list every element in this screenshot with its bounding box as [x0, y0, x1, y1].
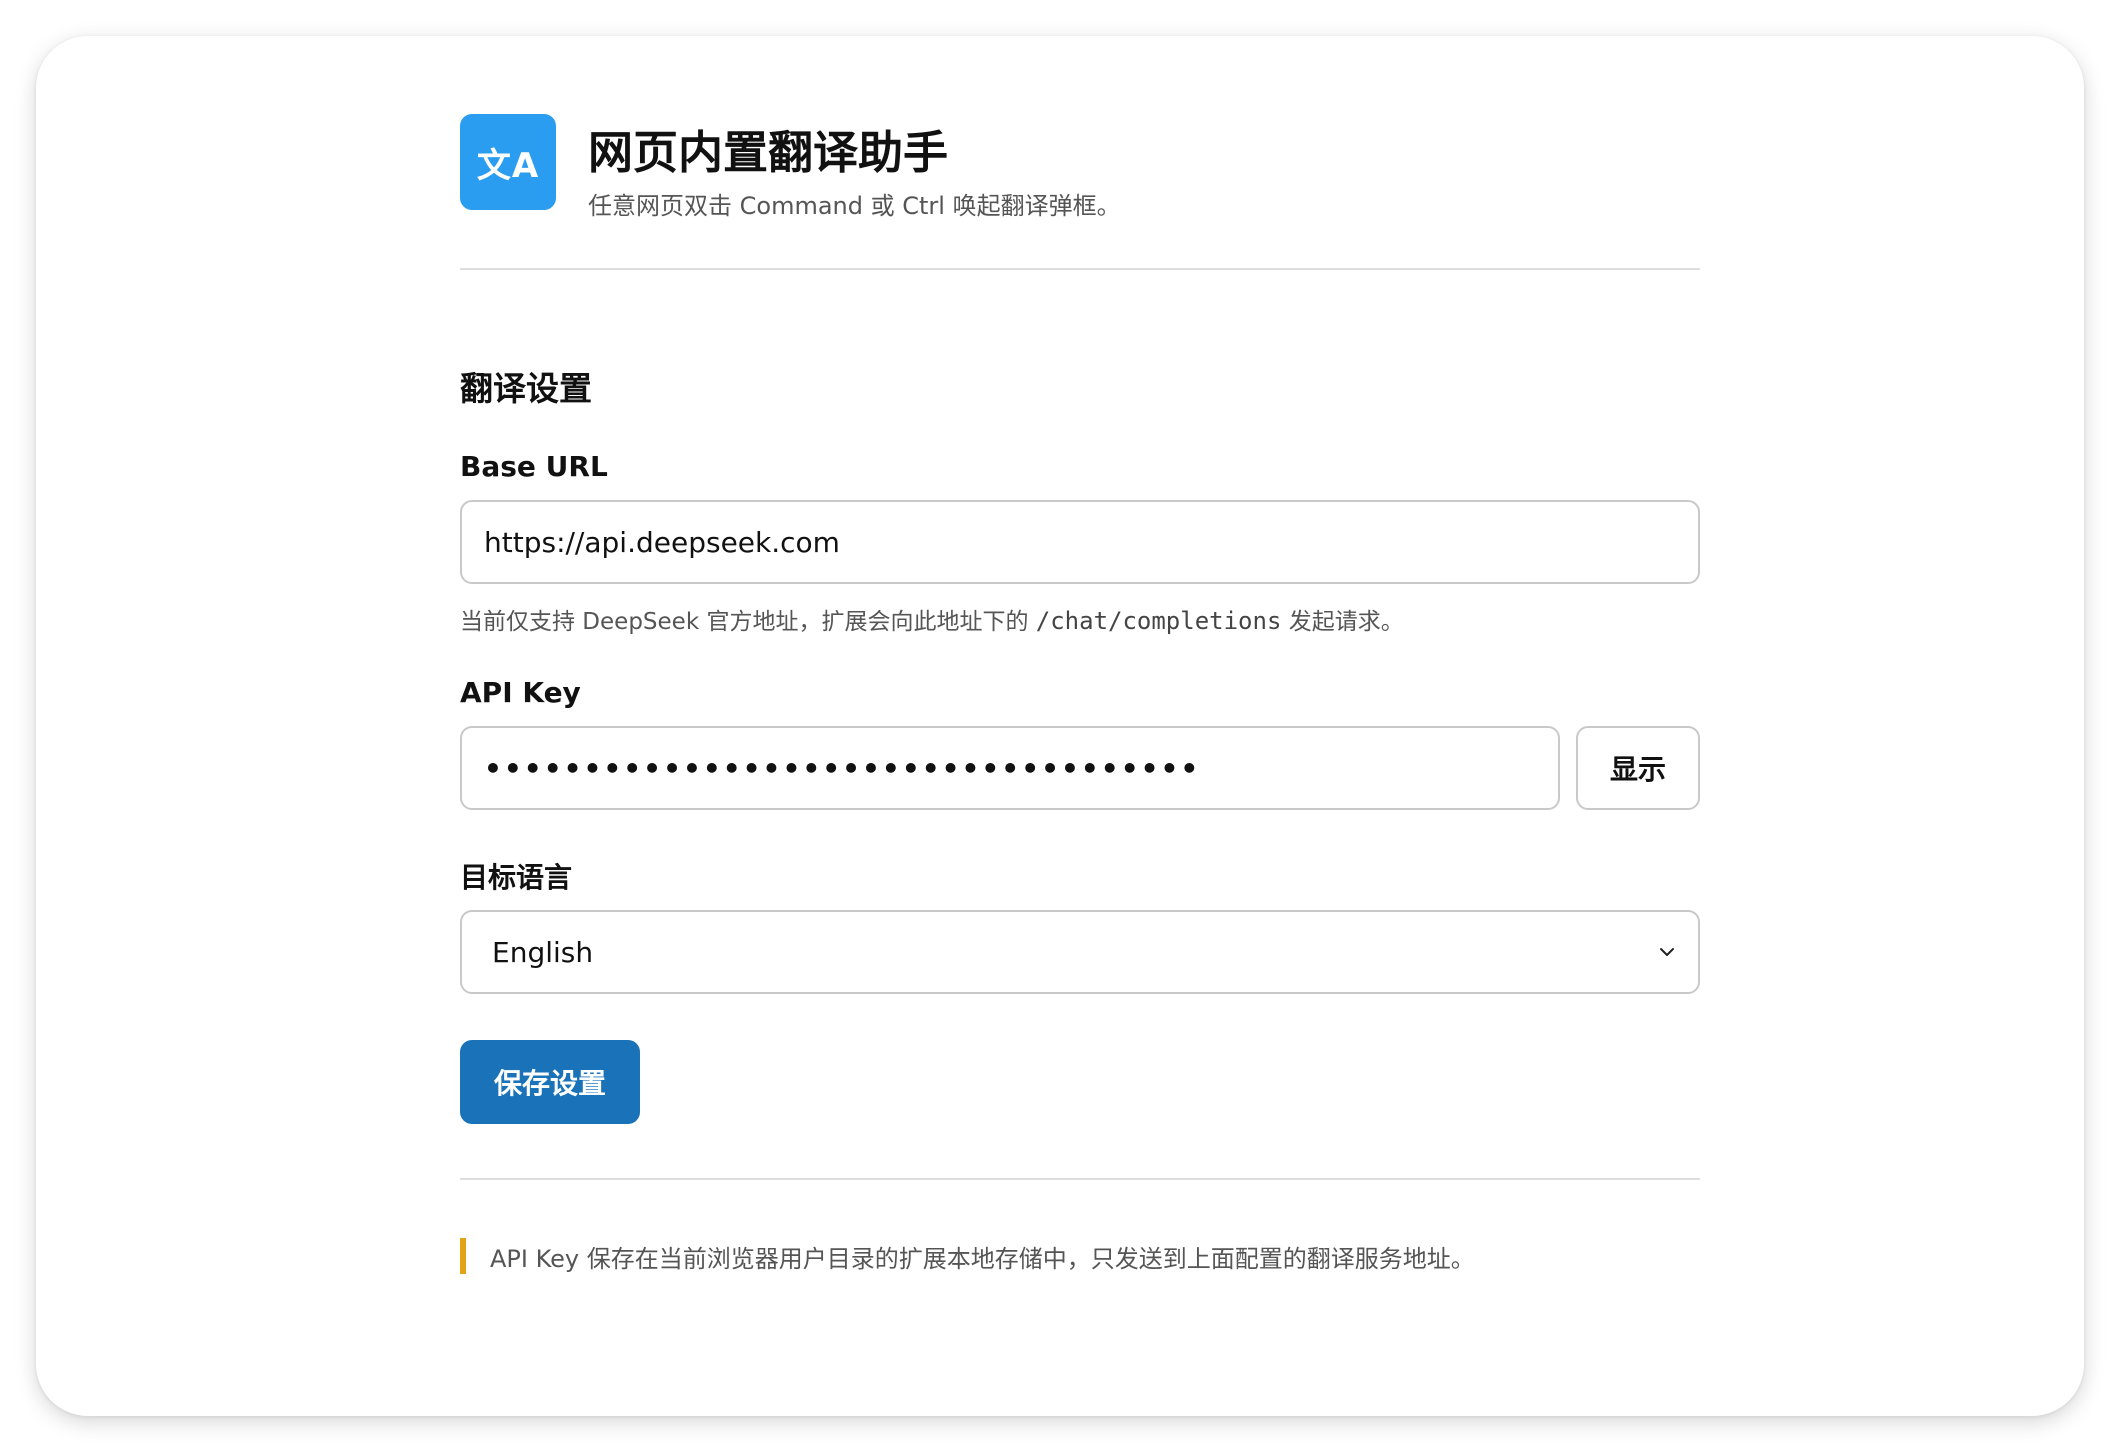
base-url-value: https://api.deepseek.com [484, 525, 840, 559]
header-divider [460, 268, 1700, 270]
api-key-input[interactable]: •••••••••••••••••••••••••••••••••••• [460, 726, 1560, 810]
storage-note: API Key 保存在当前浏览器用户目录的扩展本地存储中，只发送到上面配置的翻译… [460, 1238, 1475, 1274]
api-key-masked-value: •••••••••••••••••••••••••••••••••••• [484, 751, 1201, 785]
target-language-select[interactable]: English [460, 910, 1700, 994]
target-language-value: English [492, 935, 594, 969]
base-url-hint: 当前仅支持 DeepSeek 官方地址，扩展会向此地址下的 /chat/comp… [460, 602, 1404, 636]
api-key-label: API Key [460, 676, 581, 709]
page-header: 文A 网页内置翻译助手 任意网页双击 Command 或 Ctrl 唤起翻译弹框… [460, 114, 1700, 220]
save-settings-button[interactable]: 保存设置 [460, 1040, 640, 1124]
settings-card: 文A 网页内置翻译助手 任意网页双击 Command 或 Ctrl 唤起翻译弹框… [36, 36, 2084, 1416]
target-language-label: 目标语言 [460, 861, 573, 894]
base-url-label: Base URL [460, 450, 608, 483]
section-title: 翻译设置 [460, 369, 592, 408]
footer-divider [460, 1178, 1700, 1180]
page-subtitle: 任意网页双击 Command 或 Ctrl 唤起翻译弹框。 [588, 192, 1121, 220]
show-api-key-button[interactable]: 显示 [1576, 726, 1700, 810]
base-url-hint-prefix: 当前仅支持 DeepSeek 官方地址，扩展会向此地址下的 [460, 609, 1036, 635]
page-title: 网页内置翻译助手 [588, 126, 949, 179]
base-url-hint-code: /chat/completions [1035, 607, 1282, 635]
chevron-down-icon [1660, 948, 1674, 956]
translate-logo-icon: 文A [460, 114, 556, 210]
base-url-input[interactable]: https://api.deepseek.com [460, 500, 1700, 584]
base-url-hint-suffix: 发起请求。 [1281, 609, 1404, 635]
